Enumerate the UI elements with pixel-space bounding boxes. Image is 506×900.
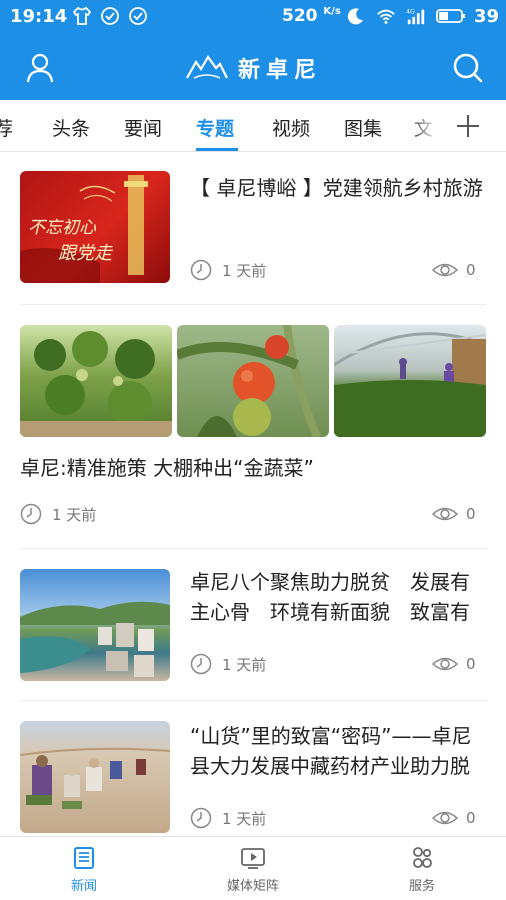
- signal-4g-icon: 4G: [406, 8, 425, 25]
- tab-important-news[interactable]: 要闻: [124, 114, 162, 141]
- search-icon[interactable]: [452, 52, 484, 84]
- tab-video[interactable]: 视频: [272, 114, 310, 141]
- check-circle-icon: [101, 7, 119, 25]
- status-bar: 19:14 520 K/s 4G 39: [0, 0, 506, 36]
- news-views: 0: [432, 261, 476, 279]
- nav-media-matrix[interactable]: 媒体矩阵: [203, 845, 303, 894]
- bottom-navigation: 新闻 媒体矩阵 服务: [0, 836, 506, 900]
- svg-text:4G: 4G: [406, 8, 415, 15]
- service-icon: [413, 847, 432, 868]
- tab-recommend[interactable]: 荐: [0, 114, 13, 141]
- news-icon: [74, 847, 94, 869]
- wifi-icon: [377, 9, 395, 24]
- news-thumbnail-2: [177, 325, 329, 437]
- news-thumbnail-3: [334, 325, 486, 437]
- moon-icon: [347, 8, 363, 25]
- news-item[interactable]: 卓尼八个聚焦助力脱贫 发展有主心骨 环境有新面貌 致富有新门路 1 天前 0: [0, 549, 506, 701]
- news-item[interactable]: “山货”里的致富“密码”——卓尼县大力发展中藏药材产业助力脱贫攻坚侧记 1 天前…: [0, 701, 506, 835]
- tomato-plants-image: [20, 331, 172, 437]
- greenhouse-image: [334, 332, 486, 437]
- news-time: 1 天前: [20, 503, 96, 525]
- app-title: 新卓尼: [238, 57, 323, 83]
- battery-icon: [436, 9, 465, 23]
- news-views: 0: [432, 655, 476, 673]
- user-icon[interactable]: [26, 53, 54, 83]
- clock-icon: [190, 807, 212, 829]
- news-title[interactable]: 卓尼:精准施策 大棚种出“金蔬菜”: [20, 453, 486, 483]
- active-tab-indicator: [196, 148, 238, 151]
- network-speed: 520 K/s: [282, 6, 341, 26]
- nav-news[interactable]: 新闻: [34, 845, 134, 894]
- news-time: 1 天前: [190, 807, 266, 829]
- app-header: 新卓尼: [0, 36, 506, 100]
- news-thumbnail: 不忘初心 跟党走: [20, 171, 170, 283]
- tomato-closeup-image: [177, 325, 321, 437]
- news-title[interactable]: 【 卓尼博峪 】党建领航乡村旅游: [190, 173, 486, 233]
- news-thumbnail-1: [20, 325, 172, 437]
- eye-icon: [432, 811, 458, 825]
- party-banner-image: 不忘初心 跟党走: [20, 175, 148, 283]
- nav-service[interactable]: 服务: [372, 845, 472, 894]
- channel-tab-bar: 荐 头条 要闻 专题 视频 图集 文: [0, 100, 506, 152]
- tab-special-topics[interactable]: 专题: [196, 114, 234, 141]
- mountain-logo-icon: [186, 54, 228, 79]
- news-time: 1 天前: [190, 653, 266, 675]
- herb-harvest-image: [20, 747, 170, 809]
- clock-icon: [20, 503, 42, 525]
- status-notification-icons: [72, 6, 148, 26]
- shirt-icon: [72, 6, 92, 25]
- media-icon: [241, 848, 265, 869]
- status-time: 19:14: [10, 6, 68, 27]
- tab-gallery[interactable]: 图集: [344, 114, 382, 141]
- news-title[interactable]: 卓尼八个聚焦助力脱贫 发展有主心骨 环境有新面貌 致富有新门路: [190, 567, 486, 627]
- town-river-image: [20, 601, 170, 677]
- news-thumbnail: [20, 569, 170, 681]
- news-time: 1 天前: [190, 259, 266, 281]
- eye-icon: [432, 507, 458, 521]
- tab-headlines[interactable]: 头条: [52, 114, 90, 141]
- news-thumbnail: [20, 721, 170, 833]
- app-logo: 新卓尼: [186, 50, 322, 86]
- status-system-icons: 4G: [346, 6, 466, 26]
- news-list: 不忘初心 跟党走 【 卓尼博峪 】党建领航乡村旅游 1 天前 0 卓尼:精准施策…: [0, 153, 506, 835]
- svg-text:跟党走: 跟党走: [58, 243, 114, 264]
- tab-fade: [408, 100, 438, 150]
- news-item[interactable]: 卓尼:精准施策 大棚种出“金蔬菜” 1 天前 0: [0, 305, 506, 549]
- eye-icon: [432, 263, 458, 277]
- clock-icon: [190, 653, 212, 675]
- svg-text:不忘初心: 不忘初心: [28, 218, 97, 238]
- add-channel-icon[interactable]: [452, 110, 484, 142]
- check-circle-icon: [129, 7, 147, 25]
- news-title[interactable]: “山货”里的致富“密码”——卓尼县大力发展中藏药材产业助力脱贫攻坚侧记: [190, 721, 486, 781]
- news-views: 0: [432, 505, 476, 523]
- battery-percent: 39: [474, 6, 500, 27]
- eye-icon: [432, 657, 458, 671]
- clock-icon: [190, 259, 212, 281]
- news-views: 0: [432, 809, 476, 827]
- news-item[interactable]: 不忘初心 跟党走 【 卓尼博峪 】党建领航乡村旅游 1 天前 0: [0, 153, 506, 305]
